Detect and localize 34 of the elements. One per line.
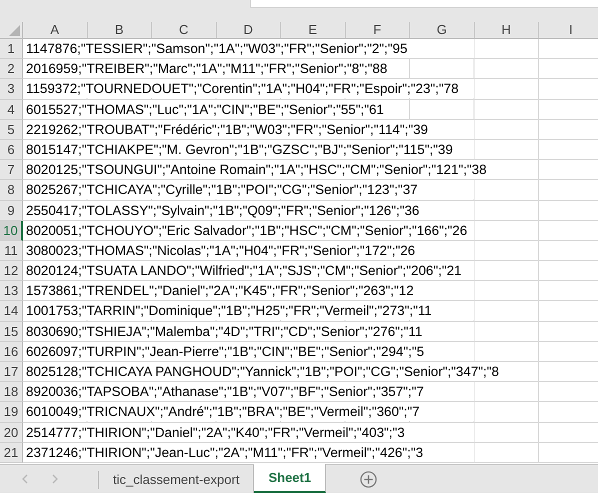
column-header[interactable]: I [539,22,598,38]
row-header[interactable]: 2 [0,59,23,80]
column-header[interactable]: C [152,22,216,38]
triangle-icon [9,25,20,36]
row-header[interactable]: 4 [0,100,23,120]
row-header[interactable]: 13 [0,281,23,302]
row-header[interactable]: 18 [0,382,23,402]
row-header[interactable]: 5 [0,120,23,140]
row-header[interactable]: 3 [0,79,23,100]
row-header[interactable]: 12 [0,261,23,282]
row-header[interactable]: 20 [0,422,23,443]
row-header[interactable]: 9 [0,200,23,221]
column-header[interactable]: H [474,22,539,38]
row-header[interactable]: 21 [0,442,23,463]
row-header[interactable]: 19 [0,402,23,423]
column-header[interactable]: A [23,22,88,38]
formula-bar[interactable] [250,0,598,8]
row-header[interactable]: 16 [0,342,23,362]
sheet-tab[interactable]: Sheet1 [254,464,326,493]
column-header[interactable]: B [88,22,152,38]
row-header[interactable]: 6 [0,140,23,160]
column-header[interactable]: G [410,22,474,38]
row-header[interactable]: 15 [0,322,23,342]
column-header[interactable]: F [346,22,410,38]
row-header[interactable]: 11 [0,240,23,262]
row-header[interactable]: 7 [0,160,23,180]
row-header[interactable]: 17 [0,362,23,382]
add-sheet-icon[interactable] [360,470,378,488]
row-header[interactable]: 1 [0,39,23,60]
row-header[interactable]: 8 [0,180,23,200]
row-header[interactable]: 10 [0,220,23,241]
row-header[interactable]: 14 [0,301,23,322]
column-header[interactable]: D [216,22,281,38]
column-header[interactable]: E [281,22,346,38]
